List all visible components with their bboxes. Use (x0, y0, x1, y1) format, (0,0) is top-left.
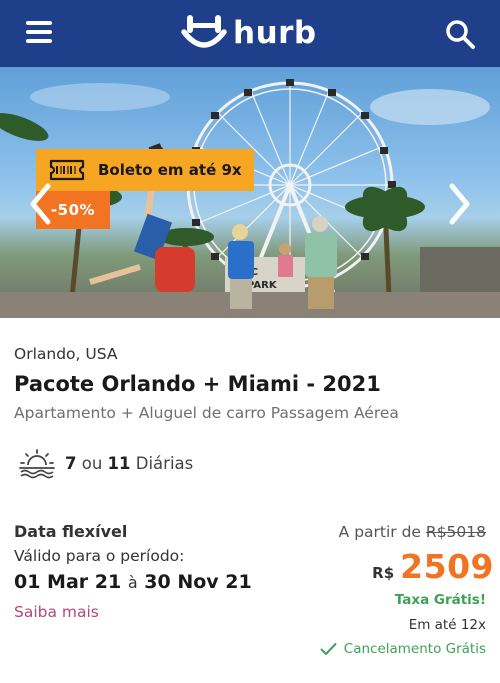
free-cancellation: Cancelamento Grátis (320, 641, 486, 657)
nights-or: ou (81, 453, 103, 473)
validity-dates: 01 Mar 21 à 30 Nov 21 (14, 571, 252, 593)
price-from-label: A partir de (338, 523, 421, 541)
price-currency: R$ (372, 564, 395, 582)
installment-badge: Boleto em até 9x (36, 149, 254, 191)
top-bar: hurb (0, 0, 500, 67)
free-cancellation-label: Cancelamento Grátis (343, 641, 486, 657)
installment-badge-label: Boleto em até 9x (98, 161, 242, 179)
hurb-logo-icon (181, 15, 227, 48)
brand-name: hurb (233, 15, 317, 51)
price-value: 2509 (400, 547, 494, 586)
old-price: R$5018 (425, 523, 486, 541)
check-icon (320, 643, 337, 655)
package-subtitle: Apartamento + Aluguel de carro Passagem … (14, 404, 399, 422)
free-fee-label: Taxa Grátis! (394, 592, 486, 608)
discount-badge-label: -50% (50, 201, 96, 219)
nights-label: Diárias (135, 453, 194, 473)
nights-option-b: 11 (107, 453, 131, 473)
flexible-date-label: Data flexível (14, 522, 128, 541)
nights-option-a: 7 (65, 453, 77, 473)
nights-text: 7 ou 11 Diárias (65, 454, 193, 473)
validity-to: à (127, 573, 138, 592)
installments-label: Em até 12x (408, 617, 486, 633)
package-title[interactable]: Pacote Orlando + Miami - 2021 (14, 372, 381, 396)
ticket-icon (49, 159, 85, 181)
validity-end: 30 Nov 21 (144, 571, 252, 593)
learn-more-link[interactable]: Saiba mais (14, 603, 99, 621)
validity-period-label: Válido para o período: (14, 547, 185, 565)
hero-image-carousel[interactable]: IC PARK (0, 67, 500, 318)
validity-start: 01 Mar 21 (14, 571, 122, 593)
hurb-logo[interactable]: hurb (181, 12, 317, 54)
price-from: A partir de R$5018 (339, 523, 486, 541)
sunset-icon (19, 449, 55, 479)
chevron-right-icon[interactable] (444, 181, 474, 227)
search-icon[interactable] (444, 18, 476, 50)
chevron-left-icon[interactable] (26, 181, 56, 227)
nights-info: 7 ou 11 Diárias (18, 447, 193, 479)
current-price: R$ 2509 (372, 547, 494, 586)
hamburger-menu-icon[interactable] (26, 21, 52, 43)
package-location: Orlando, USA (14, 345, 118, 363)
